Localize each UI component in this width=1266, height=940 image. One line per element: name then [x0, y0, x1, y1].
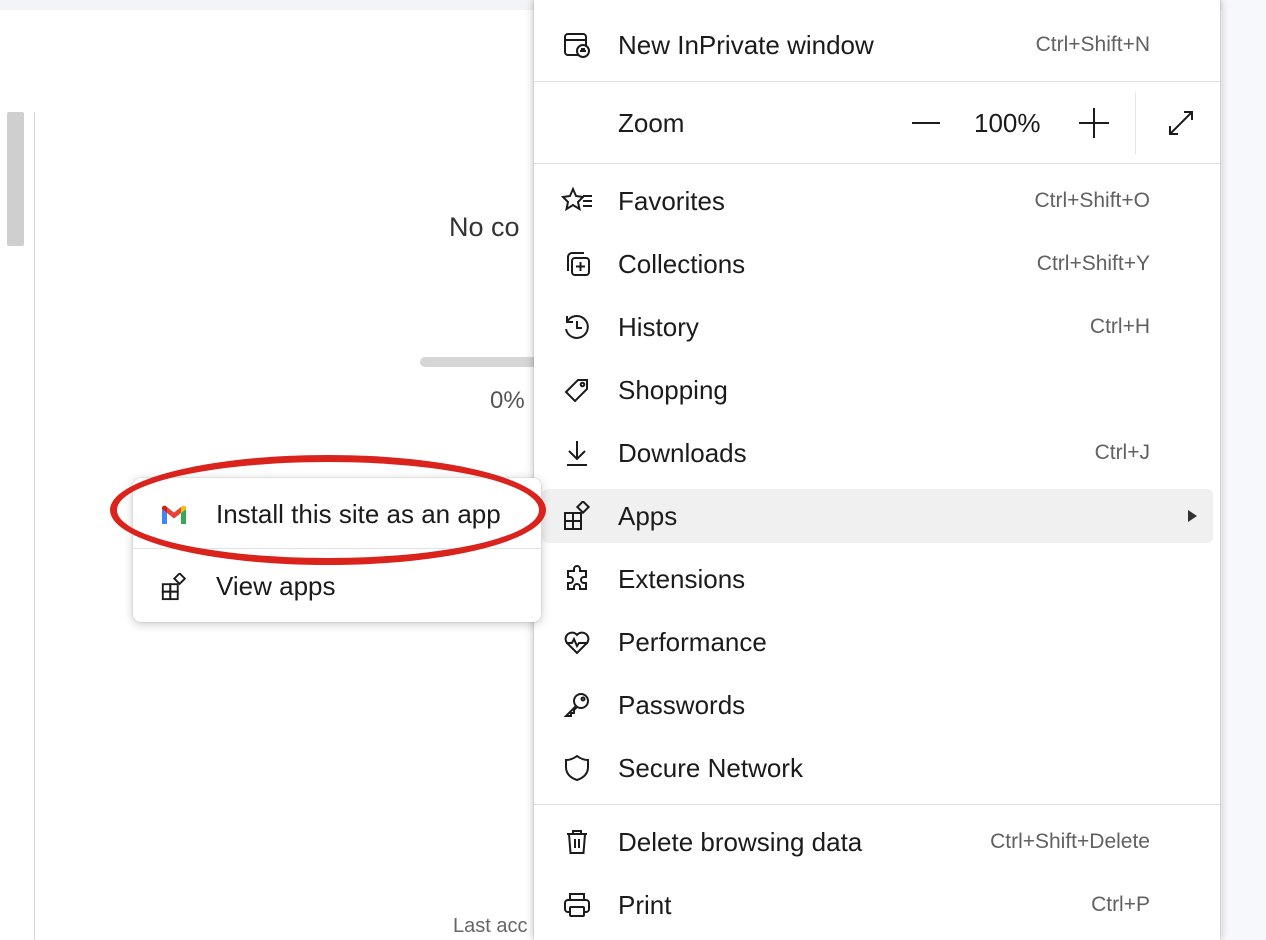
extensions-icon	[560, 562, 594, 596]
collections-icon	[560, 247, 594, 281]
page-progress-bar	[420, 357, 540, 367]
menu-item-history[interactable]: History Ctrl+H	[542, 300, 1213, 354]
page-footer-text: Last acc	[453, 915, 528, 937]
menu-item-shortcut: Ctrl+Shift+Y	[1036, 252, 1150, 275]
install-site-as-app-label: Install this site as an app	[216, 499, 501, 529]
menu-item-favorites[interactable]: Favorites Ctrl+Shift+O	[542, 174, 1213, 228]
menu-item-label: Print	[618, 890, 672, 920]
trash-icon	[560, 825, 594, 859]
menu-item-shortcut: Ctrl+Shift+O	[1034, 189, 1150, 212]
browser-settings-menu: New InPrivate window Ctrl+Shift+N Zoom 1…	[534, 0, 1220, 940]
fullscreen-icon	[1166, 108, 1196, 138]
view-apps-item[interactable]: View apps	[133, 556, 541, 616]
scrollbar-rail	[34, 112, 35, 940]
submenu-separator	[133, 548, 541, 549]
favorites-icon	[560, 184, 594, 218]
menu-item-performance[interactable]: Performance	[542, 615, 1213, 669]
zoom-divider	[1135, 92, 1136, 154]
menu-separator	[534, 163, 1220, 164]
menu-item-shortcut: Ctrl+Shift+Delete	[990, 830, 1150, 853]
key-icon	[560, 688, 594, 722]
menu-item-label: Favorites	[618, 186, 725, 216]
menu-item-passwords[interactable]: Passwords	[542, 678, 1213, 732]
history-icon	[560, 310, 594, 344]
printer-icon	[560, 888, 594, 922]
menu-item-label: Delete browsing data	[618, 827, 863, 857]
menu-item-collections[interactable]: Collections Ctrl+Shift+Y	[542, 237, 1213, 291]
zoom-level: 100%	[974, 108, 1041, 138]
menu-item-label: Downloads	[618, 438, 747, 468]
menu-item-label: Extensions	[618, 564, 746, 594]
menu-item-label: Performance	[618, 627, 767, 657]
menu-item-label: Collections	[618, 249, 746, 279]
page-progress-percent: 0%	[490, 387, 525, 414]
apps-submenu: Install this site as an app View apps	[133, 478, 541, 622]
menu-item-label: History	[618, 312, 699, 342]
fullscreen-button[interactable]	[1158, 100, 1204, 146]
menu-item-shortcut: Ctrl+H	[1089, 315, 1150, 338]
download-icon	[560, 436, 594, 470]
apps-icon	[159, 573, 189, 601]
menu-item-label: Passwords	[618, 690, 746, 720]
menu-item-print[interactable]: Print Ctrl+P	[542, 878, 1213, 932]
menu-item-label: Apps	[618, 501, 678, 531]
scrollbar-thumb[interactable]	[7, 112, 24, 246]
zoom-label: Zoom	[618, 108, 685, 138]
view-apps-label: View apps	[216, 571, 336, 601]
menu-item-extensions[interactable]: Extensions	[542, 552, 1213, 606]
menu-item-label: Secure Network	[618, 753, 803, 783]
window-right-edge	[1222, 0, 1266, 940]
menu-item-delete-browsing-data[interactable]: Delete browsing data Ctrl+Shift+Delete	[542, 815, 1213, 869]
page-status-text: No co	[449, 212, 520, 242]
menu-separator	[534, 804, 1220, 805]
shield-icon	[560, 751, 594, 785]
menu-item-shortcut: Ctrl+J	[1094, 441, 1150, 464]
menu-item-label: Shopping	[618, 375, 728, 405]
menu-item-label: New InPrivate window	[618, 30, 874, 60]
install-site-as-app-item[interactable]: Install this site as an app	[133, 484, 541, 544]
menu-item-apps[interactable]: Apps	[542, 489, 1213, 543]
menu-item-secure-network[interactable]: Secure Network	[542, 741, 1213, 795]
inprivate-window-icon	[560, 28, 594, 62]
menu-separator	[534, 81, 1220, 82]
shopping-tag-icon	[560, 373, 594, 407]
menu-item-shortcut: Ctrl+Shift+N	[1035, 33, 1150, 56]
apps-icon	[560, 499, 594, 533]
gmail-icon	[159, 501, 189, 529]
menu-item-shopping[interactable]: Shopping	[542, 363, 1213, 417]
menu-item-downloads[interactable]: Downloads Ctrl+J	[542, 426, 1213, 480]
zoom-in-button[interactable]	[1072, 100, 1116, 146]
performance-icon	[560, 625, 594, 659]
menu-item-new-inprivate-window[interactable]: New InPrivate window Ctrl+Shift+N	[542, 18, 1213, 72]
submenu-arrow-icon	[1188, 510, 1197, 522]
zoom-out-button[interactable]	[904, 100, 948, 146]
menu-item-shortcut: Ctrl+P	[1091, 893, 1150, 916]
